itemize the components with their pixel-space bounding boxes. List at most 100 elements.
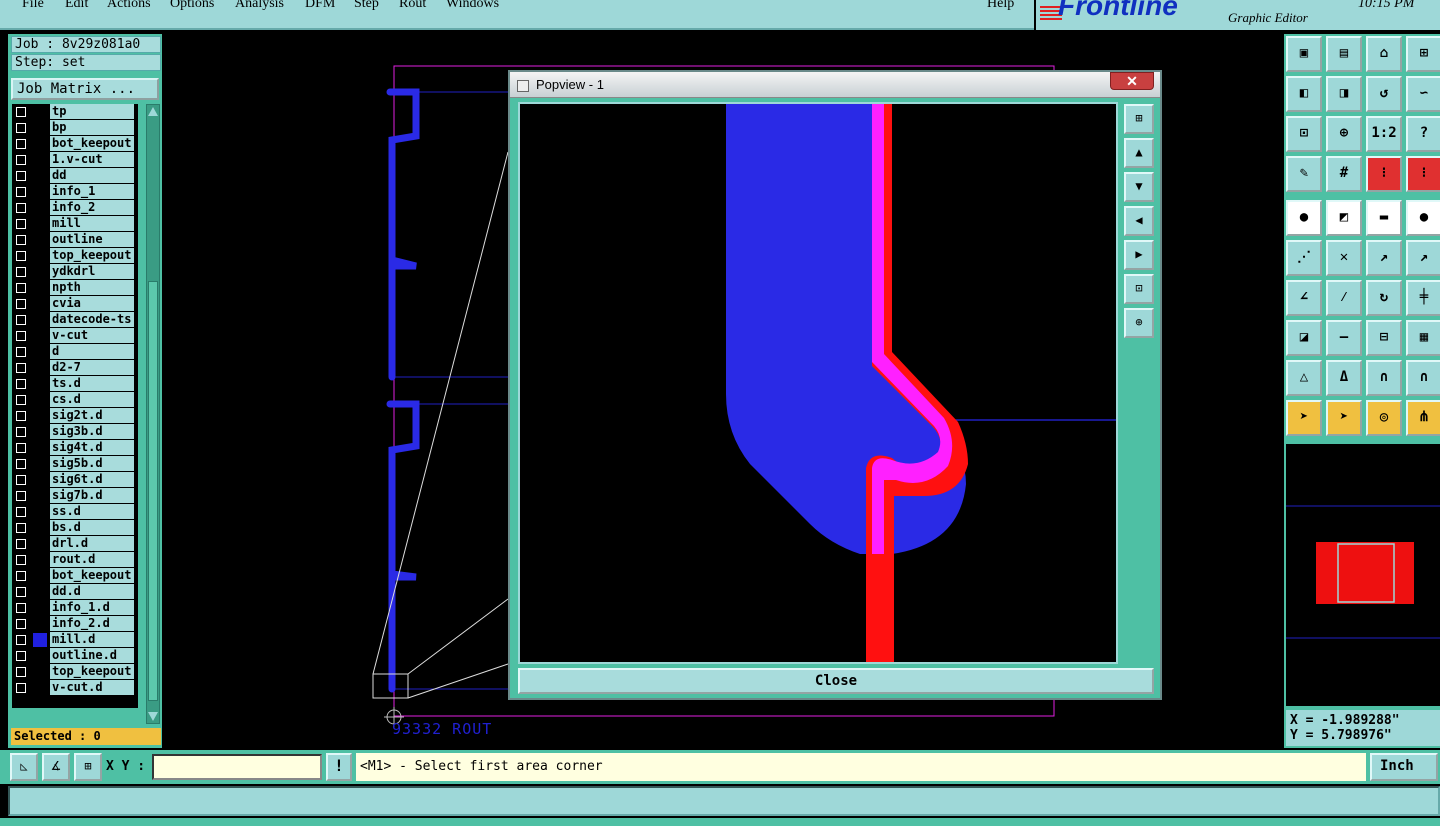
menu-rout[interactable]: Rout: [399, 0, 426, 12]
ruler-icon[interactable]: ▬: [1366, 200, 1402, 236]
arch-2-icon[interactable]: ∩: [1406, 360, 1440, 396]
layer-row[interactable]: info_2: [12, 200, 138, 216]
layer-name[interactable]: npth: [50, 280, 134, 295]
layer-name[interactable]: mill.d: [50, 632, 134, 647]
layer-checkbox[interactable]: [16, 155, 26, 165]
pv-fit-icon[interactable]: ⊡: [1124, 274, 1154, 304]
layer-checkbox[interactable]: [16, 267, 26, 277]
layer-row[interactable]: d2-7: [12, 360, 138, 376]
grid-toggle-icon[interactable]: #: [1326, 156, 1362, 192]
layer-name[interactable]: info_2.d: [50, 616, 134, 631]
layer-name[interactable]: drl.d: [50, 536, 134, 551]
layer-row[interactable]: ss.d: [12, 504, 138, 520]
home-icon[interactable]: ⌂: [1366, 36, 1402, 72]
dot-icon[interactable]: ●: [1406, 200, 1440, 236]
xy-input[interactable]: [152, 754, 322, 780]
layer-name[interactable]: ss.d: [50, 504, 134, 519]
layer-name[interactable]: ts.d: [50, 376, 134, 391]
layer-name[interactable]: dd: [50, 168, 134, 183]
pv-center-icon[interactable]: ⊕: [1124, 308, 1154, 338]
layer-checkbox[interactable]: [16, 331, 26, 341]
layer-row[interactable]: v-cut: [12, 328, 138, 344]
pointer-nodes-icon[interactable]: ⋔: [1406, 400, 1440, 436]
pv-up-icon[interactable]: ▲: [1124, 138, 1154, 168]
close-icon[interactable]: ✕: [1110, 72, 1154, 90]
layer-checkbox[interactable]: [16, 203, 26, 213]
slash-icon[interactable]: ⁄: [1326, 280, 1362, 316]
undo-icon[interactable]: ↺: [1366, 76, 1402, 112]
layer-name[interactable]: info_1: [50, 184, 134, 199]
angle-icon[interactable]: ∠: [1286, 280, 1322, 316]
layer-row[interactable]: tp: [12, 104, 138, 120]
layer-checkbox[interactable]: [16, 379, 26, 389]
layer-row[interactable]: bs.d: [12, 520, 138, 536]
layer-name[interactable]: info_1.d: [50, 600, 134, 615]
layer-name[interactable]: cs.d: [50, 392, 134, 407]
snap-grid-icon[interactable]: ◺: [10, 753, 38, 781]
scroll-down-icon[interactable]: [148, 712, 158, 721]
layer-row[interactable]: bp: [12, 120, 138, 136]
layer-checkbox[interactable]: [16, 587, 26, 597]
layer-name[interactable]: outline.d: [50, 648, 134, 663]
layer-checkbox[interactable]: [16, 667, 26, 677]
triangle-icon[interactable]: △: [1286, 360, 1322, 396]
layer-name[interactable]: mill: [50, 216, 134, 231]
nodes-icon[interactable]: ⋰: [1286, 240, 1322, 276]
menu-edit[interactable]: Edit: [65, 0, 88, 12]
layer-checkbox[interactable]: [16, 395, 26, 405]
copy-icon[interactable]: ▦: [1406, 320, 1440, 356]
pad-add-icon[interactable]: ●: [1286, 200, 1322, 236]
layer-checkbox[interactable]: [16, 443, 26, 453]
load-icon[interactable]: ▣: [1286, 36, 1322, 72]
arrow-diag-2-icon[interactable]: ↗: [1406, 240, 1440, 276]
layer-name[interactable]: 1.v-cut: [50, 152, 134, 167]
layer-checkbox[interactable]: [16, 571, 26, 581]
layer-checkbox[interactable]: [16, 539, 26, 549]
layer-name[interactable]: dd.d: [50, 584, 134, 599]
measure-icon[interactable]: ⊟: [1366, 320, 1402, 356]
layer-row[interactable]: cs.d: [12, 392, 138, 408]
menu-windows[interactable]: Windows: [446, 0, 499, 12]
layer-name[interactable]: sig3b.d: [50, 424, 134, 439]
layer-row[interactable]: v-cut.d: [12, 680, 138, 696]
menu-options[interactable]: Options: [170, 0, 214, 12]
layer-name[interactable]: d: [50, 344, 134, 359]
pv-down-icon[interactable]: ▼: [1124, 172, 1154, 202]
layer-checkbox[interactable]: [16, 219, 26, 229]
layer-row[interactable]: sig7b.d: [12, 488, 138, 504]
menu-dfm[interactable]: DFM: [305, 0, 335, 12]
layer-row[interactable]: info_1: [12, 184, 138, 200]
pv-zoom-icon[interactable]: ⊞: [1124, 104, 1154, 134]
help-icon[interactable]: ?: [1406, 116, 1440, 152]
layer-name[interactable]: d2-7: [50, 360, 134, 375]
layer-name[interactable]: top_keepout: [50, 664, 134, 679]
split-icon[interactable]: ╪: [1406, 280, 1440, 316]
zoom-fit-icon[interactable]: ⊡: [1286, 116, 1322, 152]
layer-name[interactable]: cvia: [50, 296, 134, 311]
layer-row[interactable]: sig3b.d: [12, 424, 138, 440]
layer-name[interactable]: tp: [50, 104, 134, 119]
layer-checkbox[interactable]: [16, 603, 26, 613]
layer-row[interactable]: top_keepout: [12, 664, 138, 680]
layer-row[interactable]: top_keepout: [12, 248, 138, 264]
traffic-light-icon[interactable]: ⁝: [1366, 156, 1402, 192]
layer-checkbox[interactable]: [16, 299, 26, 309]
popview-canvas[interactable]: [518, 102, 1118, 664]
layer-row[interactable]: datecode-ts: [12, 312, 138, 328]
layer-row[interactable]: outline: [12, 232, 138, 248]
layer-checkbox[interactable]: [16, 683, 26, 693]
arrow-diag-icon[interactable]: ↗: [1366, 240, 1402, 276]
layer-checkbox[interactable]: [16, 619, 26, 629]
layer-row[interactable]: sig6t.d: [12, 472, 138, 488]
scroll-thumb[interactable]: [148, 281, 158, 701]
layer-name[interactable]: sig2t.d: [50, 408, 134, 423]
menu-help[interactable]: Help: [987, 0, 1014, 12]
layer-row[interactable]: rout.d: [12, 552, 138, 568]
layer-checkbox[interactable]: [16, 347, 26, 357]
save-icon[interactable]: ▤: [1326, 36, 1362, 72]
menu-file[interactable]: File: [22, 0, 44, 12]
layer-checkbox[interactable]: [16, 107, 26, 117]
layer-name[interactable]: ydkdrl: [50, 264, 134, 279]
layer-name[interactable]: rout.d: [50, 552, 134, 567]
layer-checkbox[interactable]: [16, 651, 26, 661]
